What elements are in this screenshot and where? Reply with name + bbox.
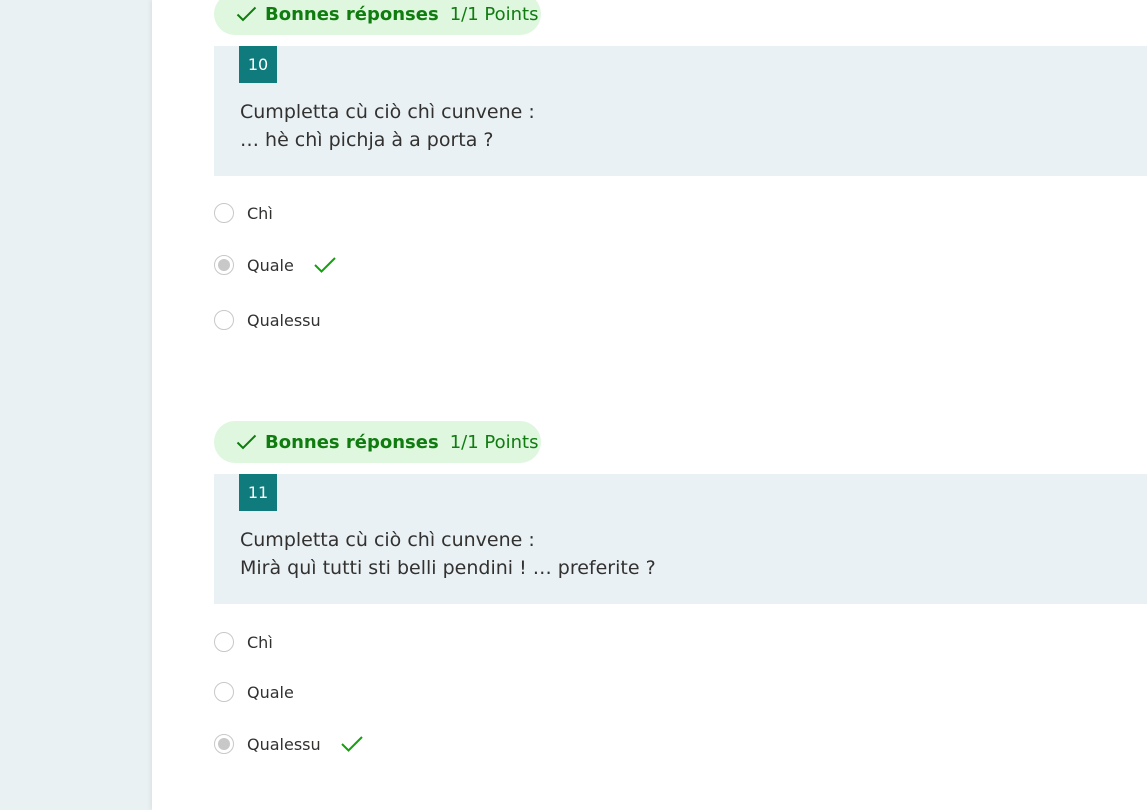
question-text: Cumpletta cù ciò chì cunvene : … hè chì …: [240, 98, 535, 154]
option-label: Quale: [247, 682, 294, 702]
points-text: 1/1 Points: [449, 3, 539, 25]
question-text: Cumpletta cù ciò chì cunvene : Mirà quì …: [240, 526, 656, 582]
left-background-panel: [0, 0, 152, 810]
option-label: Chì: [247, 632, 273, 652]
option-qualessu[interactable]: Qualessu: [214, 731, 364, 757]
checkmark-icon: [236, 434, 257, 450]
question-text-line-2: … hè chì pichja à a porta ?: [240, 129, 494, 151]
checkmark-icon: [314, 257, 336, 273]
option-quale[interactable]: Quale: [214, 679, 294, 705]
question-text-line-1: Cumpletta cù ciò chì cunvene :: [240, 101, 535, 123]
points-text: 1/1 Points: [449, 431, 539, 453]
checkmark-icon: [340, 736, 363, 752]
question-number: 10: [239, 46, 277, 83]
result-label: Bonnes réponses: [265, 431, 439, 453]
radio-button[interactable]: [214, 203, 234, 223]
option-label: Chì: [247, 203, 273, 223]
radio-button-selected[interactable]: [214, 255, 234, 275]
question-card: 11 Cumpletta cù ciò chì cunvene : Mirà q…: [214, 474, 1147, 604]
question-text-line-2: Mirà quì tutti sti belli pendini ! … pre…: [240, 557, 656, 579]
question-number: 11: [239, 474, 277, 511]
radio-button[interactable]: [214, 310, 234, 330]
radio-button[interactable]: [214, 632, 234, 652]
option-label: Quale: [247, 255, 294, 275]
radio-button-selected[interactable]: [214, 734, 234, 754]
option-quale[interactable]: Quale: [214, 252, 337, 278]
option-chi[interactable]: Chì: [214, 200, 273, 226]
option-label: Qualessu: [247, 734, 321, 754]
option-label: Qualessu: [247, 310, 321, 330]
question-text-line-1: Cumpletta cù ciò chì cunvene :: [240, 529, 535, 551]
quiz-results-content[interactable]: Bonnes réponses 1/1 Points 10 Cumpletta …: [152, 0, 1147, 810]
result-label: Bonnes réponses: [265, 3, 439, 25]
checkmark-icon: [236, 6, 257, 22]
option-chi[interactable]: Chì: [214, 629, 273, 655]
option-qualessu[interactable]: Qualessu: [214, 307, 321, 333]
result-badge: Bonnes réponses 1/1 Points: [214, 421, 541, 463]
question-card: 10 Cumpletta cù ciò chì cunvene : … hè c…: [214, 46, 1147, 176]
radio-button[interactable]: [214, 682, 234, 702]
result-badge: Bonnes réponses 1/1 Points: [214, 0, 541, 35]
